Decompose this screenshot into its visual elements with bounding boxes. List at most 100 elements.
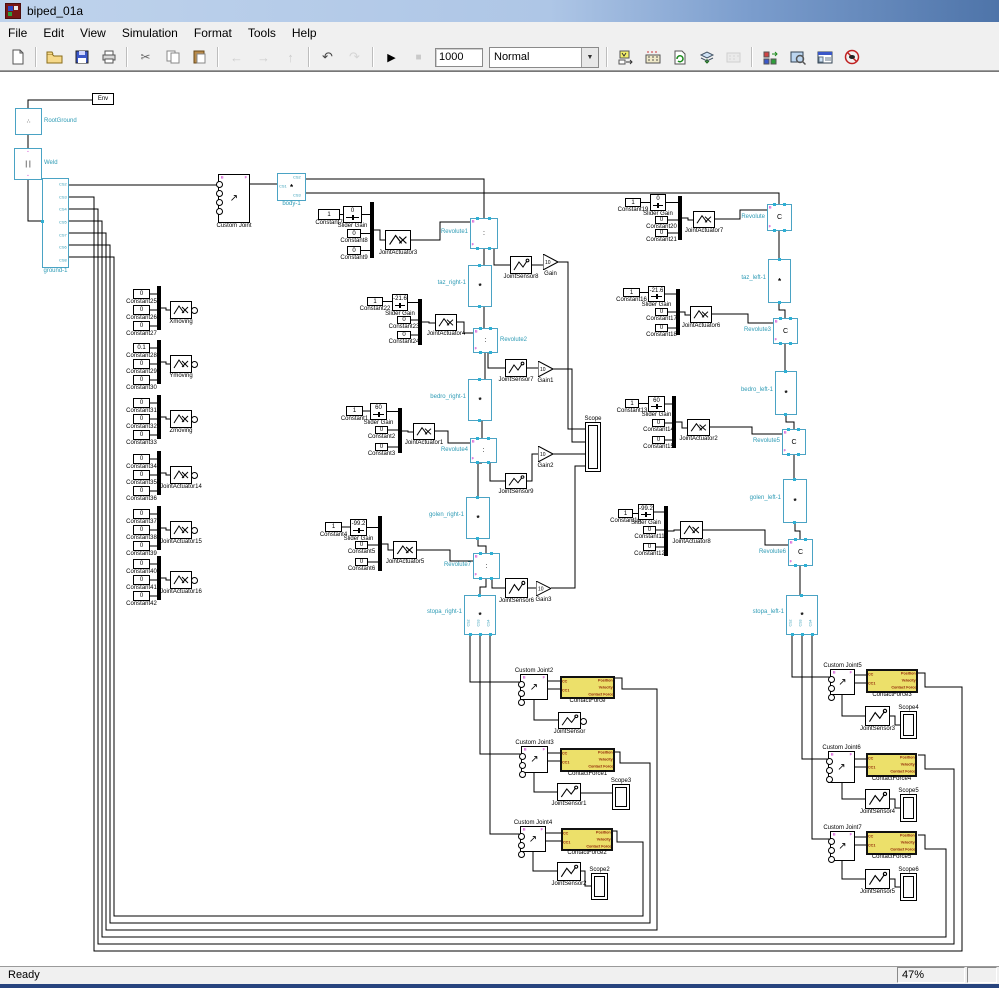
revolute1[interactable]: :BFRevolute1 [470,218,498,249]
xmoving[interactable]: Xmoving [170,301,192,319]
gain3[interactable]: 10Gain3 [536,581,551,596]
custom-joint4[interactable]: BF↗Custom Joint4 [520,826,546,852]
body-1[interactable]: *CS1CS2CS3body-1 [277,173,306,201]
gain2[interactable]: 10Gain2 [538,446,553,462]
scope3[interactable]: Scope3 [612,784,630,810]
taz-right[interactable]: *taz_right-1 [468,265,492,307]
constant32[interactable]: 0Constant32 [133,414,150,424]
constant41[interactable]: 0Constant41 [133,575,150,585]
custom-joint6[interactable]: BF↗Custom Joint6 [828,751,855,783]
joint-actuator15[interactable]: JointActuator15 [170,521,192,539]
rg4-mux[interactable] [664,506,668,556]
ls6-mux[interactable] [157,556,161,600]
joint-actuator8[interactable]: JointActuator8 [680,521,703,539]
joint-actuator1[interactable]: JointActuator1 [413,423,435,440]
slider-gain5[interactable]: -21.6Slider Gain [648,286,665,302]
mg1-mux[interactable] [370,202,374,258]
env-block[interactable]: Env [92,93,114,105]
constant23[interactable]: 0Constant23 [397,316,411,324]
constant31[interactable]: 0Constant31 [133,398,150,408]
revolute3[interactable]: CBFRevolute3 [773,318,798,344]
joint-actuator16[interactable]: JointActuator16 [170,571,192,589]
slider-gain4[interactable]: 0Slider Gain [650,194,666,211]
constant4[interactable]: 1Constant4 [325,522,342,532]
joint-sensor9[interactable]: JointSensor9 [505,473,527,489]
bedro-right[interactable]: *bedro_right-1 [468,379,492,421]
ls3-mux[interactable] [157,395,161,439]
joint-actuator14[interactable]: JointActuator14 [170,466,192,484]
rg3-mux[interactable] [672,396,676,448]
copy-button[interactable] [160,45,185,69]
signal-selector-button[interactable] [613,45,638,69]
new-model-button[interactable] [5,45,30,69]
constant27[interactable]: 0Constant27 [133,321,150,331]
constant10[interactable]: 1Constant10 [618,509,633,518]
revolute[interactable]: CBFRevolute [767,204,792,231]
menu-simulation[interactable]: Simulation [114,23,186,43]
constant15[interactable]: 0Constant15 [652,436,665,444]
menu-tools[interactable]: Tools [240,23,284,43]
slider-gain2[interactable]: 60Slider Gain [370,403,387,420]
mg2-mux[interactable] [418,299,422,345]
custom-joint[interactable]: BF↗Custom Joint [218,174,250,223]
scope5[interactable]: Scope5 [900,794,917,822]
joint-actuator6[interactable]: JointActuator6 [690,306,712,323]
constant21[interactable]: 0Constant21 [655,229,668,237]
custom-joint5[interactable]: BF↗Custom Joint5 [830,669,855,695]
constant37[interactable]: 0Constant37 [133,509,150,519]
constant2[interactable]: 0Constant2 [375,426,388,434]
joint-sensor8[interactable]: JointSensor8 [510,256,532,274]
slider-gain3[interactable]: -99.2Slider Gain [350,519,367,536]
custom-joint7[interactable]: BF↗Custom Joint7 [830,831,855,861]
constant5[interactable]: 0Constant5 [355,541,368,549]
constant25[interactable]: 0Constant25 [133,289,150,299]
joint-actuator5[interactable]: JointActuator5 [393,541,417,559]
custom-joint3[interactable]: BF↗Custom Joint3 [521,746,548,773]
constant39[interactable]: 0Constant39 [133,541,150,551]
weld[interactable]: | |▪▪Weld [14,148,42,180]
contact-force3[interactable]: CCCC1PositionVelocityContact ForceContac… [866,669,918,693]
ls4-mux[interactable] [157,451,161,495]
root-ground[interactable]: ∴RootGround [15,108,42,135]
refresh-blocks-button[interactable] [667,45,692,69]
print-button[interactable] [96,45,121,69]
diagram-canvas[interactable]: Env∴RootGround| |▪▪WeldCS2CS3CS4CS5CS7CS… [0,71,999,967]
rg1-mux[interactable] [678,196,682,240]
menu-help[interactable]: Help [284,23,325,43]
contact-force2[interactable]: CCCC1PositionVelocityContact ForceContac… [561,828,613,851]
joint-actuator3[interactable]: JointActuator3 [385,230,411,250]
constant24[interactable]: 0Constant24 [397,331,411,339]
menu-file[interactable]: File [0,23,35,43]
constant11[interactable]: 0Constant11 [643,526,656,534]
ls1-mux[interactable] [157,286,161,330]
save-model-button[interactable] [69,45,94,69]
constant22[interactable]: 1Constant22 [367,297,383,306]
menu-format[interactable]: Format [186,23,240,43]
model-browser-button[interactable] [812,45,837,69]
stopa-right[interactable]: *CS2CS3CS4stopa_right-1 [464,595,496,635]
constant36[interactable]: 0Constant36 [133,486,150,496]
mg3-mux[interactable] [398,408,402,453]
rg2-mux[interactable] [676,289,680,335]
golen-right[interactable]: *golen_right-1 [466,497,490,539]
constant9[interactable]: 0Constant9 [347,246,361,255]
constant14[interactable]: 0Constant14 [652,419,665,427]
revolute4[interactable]: :BFRevolute4 [470,438,497,463]
slider-gain7[interactable]: -99.2Slider Gain [638,504,654,520]
open-model-button[interactable] [42,45,67,69]
scope[interactable]: Scope [585,422,601,472]
paste-button[interactable] [187,45,212,69]
joint-sensor7[interactable]: JointSensor7 [505,359,527,377]
constant26[interactable]: 0Constant26 [133,305,150,315]
constant8[interactable]: 0Constant8 [347,229,361,238]
constant40[interactable]: 0Constant40 [133,559,150,569]
constant3[interactable]: 0Constant3 [375,443,388,451]
revolute7[interactable]: :BFRevolute7 [473,553,500,579]
revolute5[interactable]: CBFRevolute5 [782,429,806,455]
constant20[interactable]: 0Constant20 [655,216,668,224]
contact-force4[interactable]: CCCC1PositionVelocityContact ForceContac… [866,753,917,777]
constant35[interactable]: 0Constant35 [133,470,150,480]
revolute6[interactable]: CBFRevolute6 [788,539,813,566]
constant6[interactable]: 0Constant6 [355,558,368,566]
constant33[interactable]: 0Constant33 [133,430,150,440]
